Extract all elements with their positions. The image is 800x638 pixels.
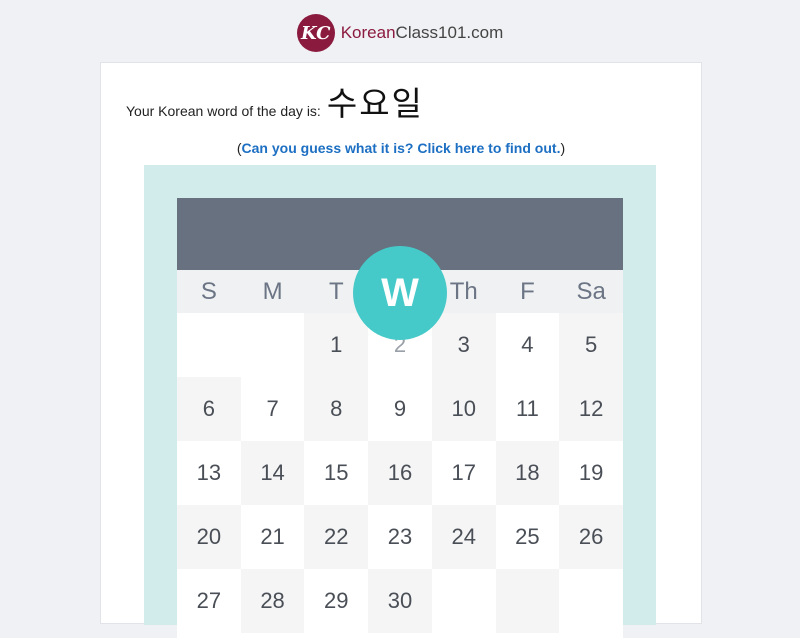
day-cell: 27 xyxy=(196,588,222,613)
day-cell: 15 xyxy=(324,460,349,485)
day-cell: 17 xyxy=(451,460,476,485)
email-card: Your Korean word of the day is: 수요일 (Can… xyxy=(100,62,702,638)
day-cell xyxy=(432,569,496,633)
day-cell xyxy=(495,569,560,633)
logo-brand-class101: Class101.com xyxy=(395,23,504,42)
day-cell: 12 xyxy=(559,377,623,441)
dow-sunday: S xyxy=(200,278,217,305)
day-cell: 13 xyxy=(196,460,222,485)
day-cell: 11 xyxy=(516,396,539,421)
day-cell xyxy=(177,313,241,377)
logo-bar[interactable]: KC KoreanClass101.com xyxy=(0,0,800,62)
day-cell: 6 xyxy=(177,377,241,441)
word-of-the-day: Your Korean word of the day is: 수요일 xyxy=(126,77,424,125)
day-cell: 20 xyxy=(177,505,241,569)
day-cell: 23 xyxy=(387,524,413,549)
calendar: S M T W Th F Sa 1 2 3 4 5 6 7 8 9 10 xyxy=(177,198,623,638)
dow-monday: M xyxy=(262,278,283,305)
hint-close-paren: ) xyxy=(560,140,566,156)
calendar-image[interactable]: S M T W Th F Sa 1 2 3 4 5 6 7 8 9 10 xyxy=(144,165,656,638)
dow-friday: F xyxy=(520,278,535,305)
logo-icon: KC xyxy=(296,14,335,52)
day-cell: 10 xyxy=(431,377,496,441)
wednesday-badge: W xyxy=(353,246,447,340)
day-cell: 29 xyxy=(324,588,349,613)
day-cell: 21 xyxy=(260,524,285,549)
day-cell: 7 xyxy=(266,396,279,421)
word-of-the-day-label: Your Korean word of the day is: xyxy=(126,103,321,119)
day-cell: 16 xyxy=(368,441,432,505)
day-cell xyxy=(559,569,623,633)
day-cell: 14 xyxy=(240,441,305,505)
logo-text: KoreanClass101.com xyxy=(341,23,504,43)
day-cell: 3 xyxy=(431,313,496,377)
hint-line: (Can you guess what it is? Click here to… xyxy=(101,140,701,156)
day-cell: 25 xyxy=(515,524,540,549)
find-out-link[interactable]: Can you guess what it is? Click here to … xyxy=(242,140,561,156)
calendar-grid: 1 2 3 4 5 6 7 8 9 10 11 12 13 14 15 16 1… xyxy=(177,313,623,633)
korean-word: 수요일 xyxy=(326,84,424,123)
day-cell: 5 xyxy=(559,313,623,377)
day-cell: 26 xyxy=(559,505,623,569)
day-cell xyxy=(241,313,305,377)
logo-brand-korean: Korean xyxy=(340,23,396,42)
day-cell: 8 xyxy=(304,377,369,441)
day-cell: 30 xyxy=(368,569,432,633)
day-cell: 22 xyxy=(304,505,369,569)
day-cell: 28 xyxy=(240,569,305,633)
day-cell: 24 xyxy=(431,505,496,569)
dow-saturday: Sa xyxy=(576,278,606,305)
day-cell: 4 xyxy=(521,332,534,357)
day-cell: 9 xyxy=(393,396,407,421)
day-cell: 19 xyxy=(578,460,604,485)
day-cell: 18 xyxy=(495,441,560,505)
day-cell: 1 xyxy=(304,313,369,377)
